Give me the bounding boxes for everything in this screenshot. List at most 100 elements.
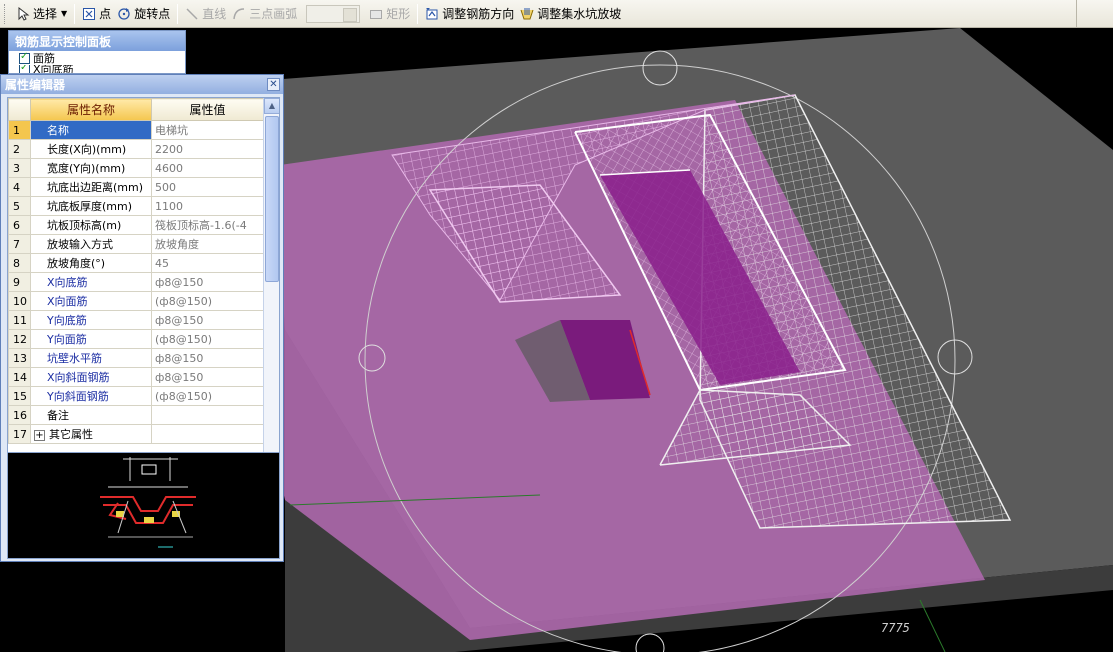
property-row[interactable]: 5 坑底板厚度(mm) 1100	[8, 196, 264, 216]
toolbar-separator	[417, 3, 419, 24]
cursor-icon	[18, 6, 30, 21]
property-row[interactable]: 7 放坡输入方式 放坡角度	[8, 234, 264, 254]
adjust-pit-slope-label: 调整集水坑放坡	[537, 7, 622, 21]
three-point-arc-button[interactable]: 三点画弧	[229, 3, 300, 25]
adjust-pit-slope-button[interactable]: 调整集水坑放坡	[517, 3, 624, 25]
scroll-up-icon[interactable]: ▲	[264, 98, 279, 114]
rebar-item-face[interactable]: 面筋	[9, 51, 185, 65]
line-button[interactable]: 直线	[182, 3, 229, 25]
property-value-cell[interactable]: 500	[151, 177, 264, 197]
expand-plus-icon[interactable]: +	[34, 430, 45, 441]
property-name-text: 名称	[47, 124, 69, 137]
property-row[interactable]: 13 坑壁水平筋 ф8@150	[8, 348, 264, 368]
property-name-cell[interactable]: 坑板顶标高(m)	[30, 215, 152, 235]
property-name-cell[interactable]: 备注	[30, 405, 152, 425]
property-header-row: 属性名称 属性值	[8, 98, 264, 121]
property-editor-titlebar[interactable]: 属性编辑器 ✕	[1, 75, 283, 94]
property-value-cell[interactable]: ф8@150	[151, 310, 264, 330]
row-number: 10	[8, 291, 31, 311]
rotate-point-button[interactable]: 旋转点	[114, 3, 173, 25]
property-name-cell[interactable]: + 其它属性	[30, 424, 152, 444]
header-property-name[interactable]: 属性名称	[30, 98, 152, 121]
property-name-text: X向面筋	[47, 295, 88, 308]
scroll-thumb[interactable]	[265, 116, 279, 282]
property-name-cell[interactable]: 名称	[30, 120, 152, 140]
property-value-cell[interactable]: (ф8@150)	[151, 386, 264, 406]
row-number: 4	[8, 177, 31, 197]
rebar-panel-title: 钢筋显示控制面板	[9, 31, 185, 51]
arc-type-select[interactable]	[306, 4, 361, 23]
property-row[interactable]: 16 备注	[8, 405, 264, 425]
rebar-item-x-bottom[interactable]: X向底筋	[9, 65, 185, 73]
property-row[interactable]: 14 X向斜面钢筋 ф8@150	[8, 367, 264, 387]
property-row[interactable]: 12 Y向面筋 (ф8@150)	[8, 329, 264, 349]
property-name-cell[interactable]: X向斜面钢筋	[30, 367, 152, 387]
section-preview	[7, 452, 280, 559]
property-row[interactable]: 11 Y向底筋 ф8@150	[8, 310, 264, 330]
property-value-cell[interactable]: (ф8@150)	[151, 291, 264, 311]
select-button[interactable]: 选择 ▼	[13, 3, 70, 25]
rectangle-button[interactable]: 矩形	[366, 3, 413, 25]
adjust-rebar-dir-label: 调整钢筋方向	[442, 7, 515, 21]
property-value-cell[interactable]: 4600	[151, 158, 264, 178]
row-number: 15	[8, 386, 31, 406]
row-number: 5	[8, 196, 31, 216]
property-value-cell[interactable]: 放坡角度	[151, 234, 264, 254]
property-name-cell[interactable]: Y向底筋	[30, 310, 152, 330]
dropdown-arrow-icon[interactable]: ▼	[61, 9, 67, 18]
row-number: 6	[8, 215, 31, 235]
property-name-cell[interactable]: 长度(X向)(mm)	[30, 139, 152, 159]
drawing-toolbar: 选择 ▼ 点 旋转点 直线 三点画弧 矩形 调整钢筋方向 调整集水坑放坡	[0, 0, 1113, 28]
toolbar-grip[interactable]	[4, 3, 7, 24]
property-row[interactable]: 1 名称 电梯坑	[8, 120, 264, 140]
property-value-cell[interactable]	[151, 405, 264, 425]
x-bottom-checkbox[interactable]	[19, 65, 30, 73]
property-row[interactable]: 6 坑板顶标高(m) 筏板顶标高-1.6(-4	[8, 215, 264, 235]
line-icon	[186, 7, 198, 20]
property-name-cell[interactable]: 坑底板厚度(mm)	[30, 196, 152, 216]
property-row[interactable]: 10 X向面筋 (ф8@150)	[8, 291, 264, 311]
close-icon[interactable]: ✕	[267, 78, 280, 91]
property-name-text: X向底筋	[47, 276, 88, 289]
row-number: 11	[8, 310, 31, 330]
property-value-cell[interactable]: 筏板顶标高-1.6(-4	[151, 215, 264, 235]
property-row[interactable]: 3 宽度(Y向)(mm) 4600	[8, 158, 264, 178]
face-rebar-checkbox[interactable]	[19, 51, 30, 64]
property-row[interactable]: 17 + 其它属性	[8, 424, 264, 444]
property-name-cell[interactable]: X向底筋	[30, 272, 152, 292]
property-value-cell[interactable]: ф8@150	[151, 367, 264, 387]
property-value-cell[interactable]: 1100	[151, 196, 264, 216]
property-value-cell[interactable]: 2200	[151, 139, 264, 159]
property-name-cell[interactable]: 坑底出边距离(mm)	[30, 177, 152, 197]
property-value-cell[interactable]: 45	[151, 253, 264, 273]
property-name-cell[interactable]: X向面筋	[30, 291, 152, 311]
property-row[interactable]: 15 Y向斜面钢筋 (ф8@150)	[8, 386, 264, 406]
property-row[interactable]: 2 长度(X向)(mm) 2200	[8, 139, 264, 159]
row-number: 14	[8, 367, 31, 387]
pit-slope-icon	[520, 7, 534, 19]
property-value-cell[interactable]: ф8@150	[151, 272, 264, 292]
property-row[interactable]: 4 坑底出边距离(mm) 500	[8, 177, 264, 197]
property-value-cell[interactable]: (ф8@150)	[151, 329, 264, 349]
property-table: 属性名称 属性值 1 名称 电梯坑 2 长度(X向)(mm) 2200 3 宽度(Y向)(mm…	[8, 98, 264, 444]
circle-handle-bottom[interactable]	[635, 633, 665, 652]
property-name-cell[interactable]: Y向面筋	[30, 329, 152, 349]
property-value-cell[interactable]	[151, 424, 264, 444]
property-row[interactable]: 8 放坡角度(°) 45	[8, 253, 264, 273]
property-row[interactable]: 9 X向底筋 ф8@150	[8, 272, 264, 292]
point-button[interactable]: 点	[79, 3, 114, 25]
header-property-value[interactable]: 属性值	[151, 98, 264, 121]
property-name-cell[interactable]: Y向斜面钢筋	[30, 386, 152, 406]
row-number: 17	[8, 424, 31, 444]
point-icon	[83, 7, 96, 20]
property-name-text: Y向面筋	[47, 333, 87, 346]
property-name-cell[interactable]: 放坡输入方式	[30, 234, 152, 254]
property-name-cell[interactable]: 宽度(Y向)(mm)	[30, 158, 152, 178]
adjust-rebar-direction-button[interactable]: 调整钢筋方向	[422, 3, 517, 25]
property-name-cell[interactable]: 坑壁水平筋	[30, 348, 152, 368]
coord-label: 7775	[881, 621, 910, 635]
property-name-text: 坑底板厚度(mm)	[47, 200, 133, 213]
property-name-cell[interactable]: 放坡角度(°)	[30, 253, 152, 273]
property-value-cell[interactable]: 电梯坑	[151, 120, 264, 140]
property-value-cell[interactable]: ф8@150	[151, 348, 264, 368]
